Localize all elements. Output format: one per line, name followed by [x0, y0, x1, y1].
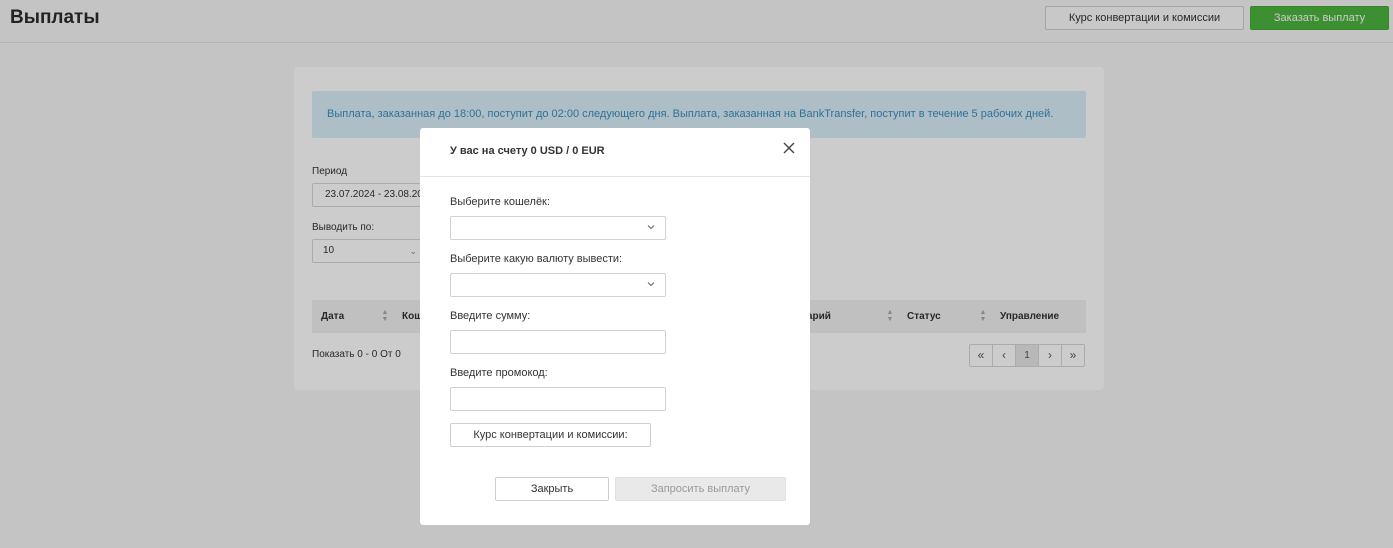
close-button[interactable]: Закрыть	[495, 477, 609, 501]
conversion-rates-button[interactable]: Курс конвертации и комиссии:	[450, 423, 651, 447]
request-payout-button[interactable]: Запросить выплату	[615, 477, 786, 501]
amount-label: Введите сумму:	[450, 310, 531, 322]
modal-title: У вас на счету 0 USD / 0 EUR	[450, 145, 605, 157]
close-icon[interactable]	[782, 141, 796, 155]
wallet-label: Выберите кошелёк:	[450, 196, 550, 208]
chevron-down-icon	[647, 225, 655, 230]
promo-code-label: Введите промокод:	[450, 367, 548, 379]
modal-header: У вас на счету 0 USD / 0 EUR	[420, 128, 810, 177]
amount-input[interactable]	[450, 330, 666, 354]
payout-request-modal: У вас на счету 0 USD / 0 EUR Выберите ко…	[420, 128, 810, 525]
currency-label: Выберите какую валюту вывести:	[450, 253, 623, 265]
promo-code-input[interactable]	[450, 387, 666, 411]
chevron-down-icon	[647, 282, 655, 287]
currency-select[interactable]	[450, 273, 666, 297]
wallet-select[interactable]	[450, 216, 666, 240]
